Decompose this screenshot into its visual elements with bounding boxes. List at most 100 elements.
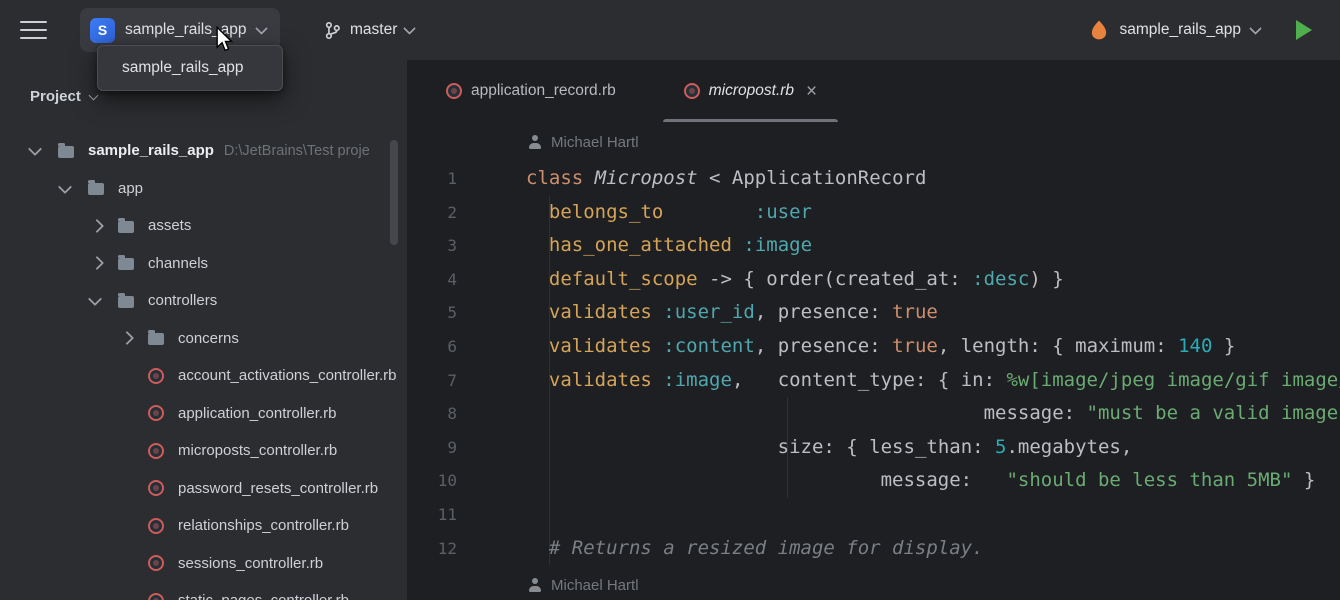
tree-chevron[interactable]: [25, 147, 58, 154]
branch-selector-label: master: [350, 21, 397, 39]
code-line: 6 validates :content, presence: true, le…: [407, 330, 1340, 364]
chevron-down-icon: [255, 22, 268, 35]
code-text: # Returns a resized image for display.: [526, 532, 984, 566]
line-number[interactable]: 3: [407, 229, 457, 263]
project-selector-popup: sample_rails_app: [97, 45, 283, 91]
tree-row[interactable]: relationships_controller.rb: [0, 507, 407, 545]
line-number[interactable]: 4: [407, 263, 457, 297]
tree-item-label: static_pages_controller.rb: [178, 592, 349, 600]
tree-item-path: D:\JetBrains\Test proje: [224, 143, 370, 159]
folder-icon: [118, 296, 134, 308]
tree-item-label: microposts_controller.rb: [178, 442, 337, 459]
line-number[interactable]: 1: [407, 162, 457, 196]
tree-row[interactable]: static_pages_controller.rb: [0, 582, 407, 600]
line-number[interactable]: 5: [407, 296, 457, 330]
tree-item-label: app: [118, 180, 143, 197]
code-text: message: "should be less than 5MB" }: [526, 464, 1315, 498]
tree-row[interactable]: password_resets_controller.rb: [0, 470, 407, 508]
folder-icon: [118, 258, 134, 270]
editor-area: application_record.rb micropost.rb × Mic…: [407, 60, 1340, 600]
author-name: Michael Hartl: [551, 577, 639, 594]
code-text: size: { less_than: 5.megabytes,: [526, 431, 1132, 465]
run-config-selector[interactable]: sample_rails_app: [1120, 21, 1242, 39]
code-text: class Micropost < ApplicationRecord: [526, 162, 926, 196]
rubymine-window: S sample_rails_app master sample_rails_a…: [0, 0, 1340, 600]
tree-row[interactable]: concerns: [0, 320, 407, 358]
line-number[interactable]: 8: [407, 397, 457, 431]
tab-label: application_record.rb: [471, 82, 616, 100]
branch-selector[interactable]: master: [315, 10, 422, 50]
line-number[interactable]: 6: [407, 330, 457, 364]
ruby-class-icon: [684, 83, 700, 99]
tree-chevron[interactable]: [85, 221, 118, 231]
project-panel-title: Project: [30, 88, 81, 105]
close-icon[interactable]: ×: [806, 82, 817, 101]
code-lines[interactable]: 1 class Micropost < ApplicationRecord 2 …: [407, 162, 1340, 565]
code-line: 12 # Returns a resized image for display…: [407, 532, 1340, 566]
line-number[interactable]: 7: [407, 364, 457, 398]
code-text: validates :content, presence: true, leng…: [526, 330, 1235, 364]
author-name: Michael Hartl: [551, 134, 639, 151]
code-text: validates :user_id, presence: true: [526, 296, 938, 330]
code-text: has_one_attached :image: [526, 229, 812, 263]
project-tree: sample_rails_app D:\JetBrains\Test proje…: [0, 132, 407, 600]
tree-chevron[interactable]: [55, 185, 88, 192]
tree-item-label: sessions_controller.rb: [178, 555, 323, 572]
code-line: 11: [407, 498, 1340, 532]
popup-item-project[interactable]: sample_rails_app: [98, 48, 282, 88]
letter-s-logo-icon: S: [90, 18, 115, 43]
code-author-annotation[interactable]: Michael Hartl: [407, 565, 1340, 600]
code-line: 8 message: "must be a valid image format…: [407, 397, 1340, 431]
code-line: 2 belongs_to :user: [407, 196, 1340, 230]
project-scrollbar-thumb[interactable]: [390, 140, 398, 245]
tree-item-label: concerns: [178, 330, 239, 347]
tree-row[interactable]: channels: [0, 245, 407, 283]
chevron-down-icon: [1249, 22, 1262, 35]
tree-row[interactable]: microposts_controller.rb: [0, 432, 407, 470]
tree-item-label: sample_rails_app: [88, 142, 214, 159]
line-number[interactable]: 12: [407, 532, 457, 566]
project-tool-window: Project sample_rails_app D:\JetBrains\Te…: [0, 60, 407, 600]
code-line: 9 size: { less_than: 5.megabytes,: [407, 431, 1340, 465]
editor-tab[interactable]: micropost.rb ×: [663, 60, 838, 122]
code-text: message: "must be a valid image format" …: [526, 397, 1340, 431]
hamburger-bar: [20, 37, 47, 39]
project-panel-header[interactable]: Project: [30, 88, 97, 105]
tree-item-label: relationships_controller.rb: [178, 517, 349, 534]
line-number[interactable]: 9: [407, 431, 457, 465]
tree-item-label: account_activations_controller.rb: [178, 367, 396, 384]
tree-row[interactable]: account_activations_controller.rb: [0, 357, 407, 395]
tree-row[interactable]: controllers: [0, 282, 407, 320]
code-text: validates :image, content_type: { in: %w…: [526, 364, 1340, 398]
ruby-class-icon: [446, 83, 462, 99]
editor-tab[interactable]: application_record.rb: [425, 60, 637, 122]
tree-row[interactable]: sample_rails_app D:\JetBrains\Test proje: [0, 132, 407, 170]
tree-item-label: password_resets_controller.rb: [178, 480, 378, 497]
person-icon: [528, 578, 542, 592]
tree-item-label: assets: [148, 217, 191, 234]
run-play-icon[interactable]: [1296, 20, 1312, 40]
line-number[interactable]: 10: [407, 464, 457, 498]
code-author-annotation[interactable]: Michael Hartl: [407, 122, 1340, 162]
ruby-class-icon: [148, 480, 164, 496]
line-number[interactable]: 11: [407, 498, 457, 532]
code-line: 4 default_scope -> { order(created_at: :…: [407, 263, 1340, 297]
tree-row[interactable]: application_controller.rb: [0, 395, 407, 433]
code-text: default_scope -> { order(created_at: :de…: [526, 263, 1064, 297]
run-widget: sample_rails_app: [1088, 0, 1313, 60]
tree-row[interactable]: app: [0, 170, 407, 208]
folder-icon: [148, 333, 164, 345]
tree-item-label: application_controller.rb: [178, 405, 336, 422]
tree-chevron[interactable]: [85, 297, 118, 304]
tree-row[interactable]: sessions_controller.rb: [0, 545, 407, 583]
hamburger-menu-icon[interactable]: [20, 21, 47, 39]
tree-item-label: controllers: [148, 292, 217, 309]
editor-tab-strip: application_record.rb micropost.rb ×: [407, 60, 1340, 122]
tree-row[interactable]: assets: [0, 207, 407, 245]
tree-chevron[interactable]: [115, 333, 148, 343]
indent-guide: [549, 196, 550, 565]
project-selector-label: sample_rails_app: [125, 21, 247, 39]
ruby-class-icon: [148, 405, 164, 421]
tree-chevron[interactable]: [85, 258, 118, 268]
line-number[interactable]: 2: [407, 196, 457, 230]
